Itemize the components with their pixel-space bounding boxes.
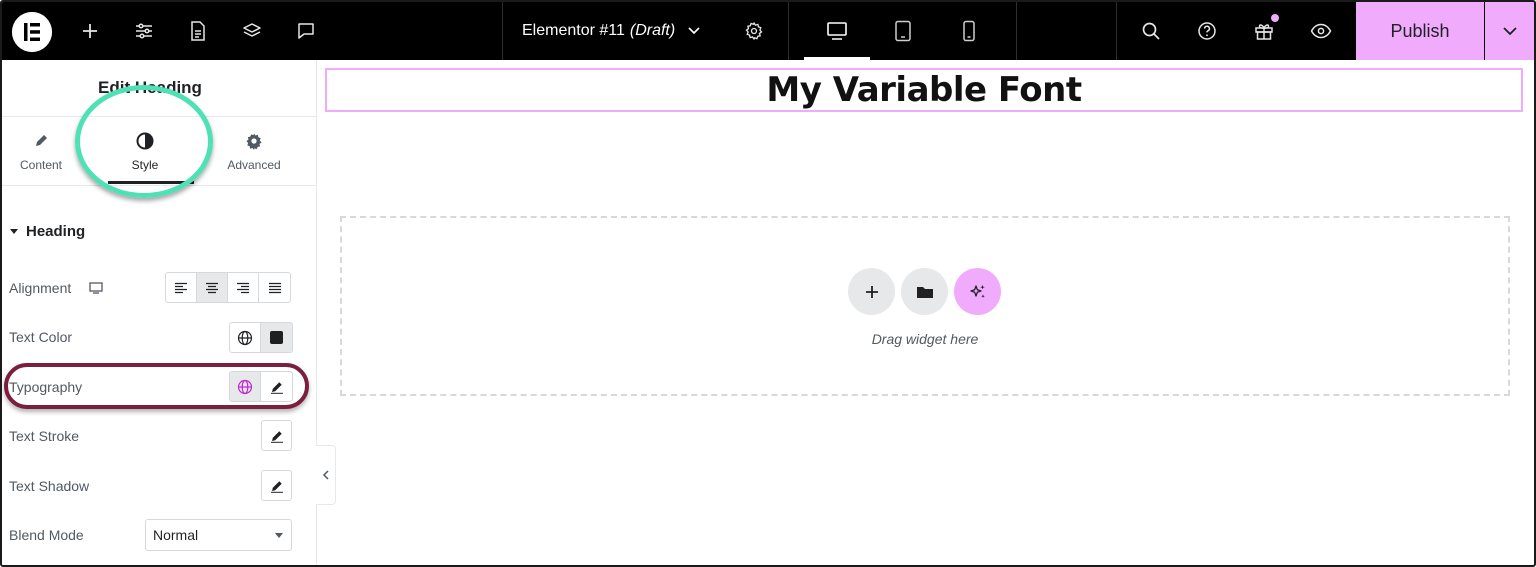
sparkle-ai-icon — [969, 284, 985, 298]
site-settings-icon[interactable] — [128, 2, 160, 60]
desktop-icon — [820, 2, 854, 60]
elementor-logo-icon[interactable] — [12, 12, 52, 52]
add-element-icon[interactable] — [74, 2, 106, 60]
drop-zone-hint: Drag widget here — [871, 331, 979, 347]
align-right-button[interactable] — [228, 273, 259, 302]
align-center-button[interactable] — [197, 273, 228, 302]
align-justify-button[interactable] — [259, 273, 290, 302]
notification-dot — [1271, 14, 1279, 22]
divider — [1016, 2, 1017, 60]
align-left-button[interactable] — [166, 273, 197, 302]
pencil-icon — [36, 135, 47, 146]
text-color-controls — [229, 322, 293, 353]
publish-button[interactable]: Publish — [1356, 2, 1484, 60]
global-colors-button[interactable] — [230, 323, 261, 352]
section-title: Heading — [26, 223, 86, 240]
edit-text-stroke-button[interactable] — [261, 420, 292, 451]
heading-text: My Variable Font — [766, 70, 1082, 110]
top-bar: Elementor #11 (Draft) Publish — [2, 2, 1534, 60]
text-stroke-label: Text Stroke — [9, 428, 80, 444]
search-icon[interactable] — [1136, 2, 1166, 60]
align-right-icon — [237, 282, 249, 293]
chevron-left-icon — [322, 470, 329, 480]
divider — [502, 2, 503, 60]
align-left-icon — [175, 282, 187, 293]
pencil-icon — [270, 480, 283, 493]
whats-new-gift-icon[interactable] — [1248, 2, 1280, 60]
alignment-label: Alignment — [9, 280, 103, 296]
ai-generate-button[interactable] — [954, 268, 1001, 315]
tab-advanced-label: Advanced — [227, 158, 281, 172]
divider — [1116, 2, 1117, 60]
layers-icon[interactable] — [236, 2, 268, 60]
alignment-label-text: Alignment — [9, 280, 72, 296]
mobile-view-icon[interactable] — [952, 2, 986, 60]
document-name: Elementor #11 — [522, 22, 625, 39]
page-settings-icon[interactable] — [182, 2, 214, 60]
chevron-down-icon — [688, 27, 700, 35]
divider — [788, 2, 789, 60]
add-template-button[interactable] — [901, 268, 948, 315]
heading-widget[interactable]: My Variable Font — [325, 68, 1523, 112]
globe-icon — [237, 330, 253, 345]
edit-text-shadow-button[interactable] — [261, 470, 292, 501]
text-color-label: Text Color — [9, 329, 73, 345]
help-icon[interactable] — [1192, 2, 1222, 60]
color-swatch — [270, 331, 283, 344]
widget-drop-zone[interactable]: Drag widget here — [340, 216, 1510, 396]
pencil-icon — [270, 430, 283, 443]
editor-window: Elementor #11 (Draft) Publish Edit Headi… — [0, 0, 1536, 567]
style-tab-highlight-ring — [75, 85, 213, 198]
tab-content[interactable]: Content — [2, 130, 86, 172]
blend-mode-label: Blend Mode — [9, 527, 84, 543]
collapse-panel-button[interactable] — [316, 445, 336, 505]
plus-icon — [865, 285, 878, 298]
tablet-view-icon[interactable] — [886, 2, 920, 60]
typography-highlight-ring — [4, 363, 309, 409]
add-section-button[interactable] — [848, 268, 895, 315]
comments-icon[interactable] — [290, 2, 322, 60]
publish-options-button[interactable] — [1485, 2, 1534, 60]
text-shadow-label: Text Shadow — [9, 478, 90, 494]
document-status: (Draft) — [629, 22, 676, 39]
document-settings-gear-icon[interactable] — [738, 2, 770, 60]
blend-mode-value: Normal — [153, 527, 199, 543]
tab-content-label: Content — [19, 158, 63, 172]
section-heading-toggle[interactable]: Heading — [10, 223, 85, 240]
blend-mode-select[interactable]: Normal — [145, 519, 292, 551]
preview-eye-icon[interactable] — [1305, 2, 1337, 60]
align-justify-icon — [268, 282, 281, 293]
document-title[interactable]: Elementor #11 (Draft) — [522, 2, 701, 60]
desktop-responsive-icon[interactable] — [89, 282, 103, 294]
caret-down-icon — [275, 533, 283, 538]
color-picker-swatch[interactable] — [261, 323, 292, 352]
tab-advanced[interactable]: Advanced — [209, 130, 299, 172]
alignment-buttons — [165, 272, 291, 303]
align-center-icon — [206, 282, 218, 293]
gear-icon — [246, 133, 262, 150]
chevron-down-icon — [1502, 27, 1517, 36]
folder-icon — [916, 286, 933, 298]
caret-down-icon — [10, 229, 18, 234]
